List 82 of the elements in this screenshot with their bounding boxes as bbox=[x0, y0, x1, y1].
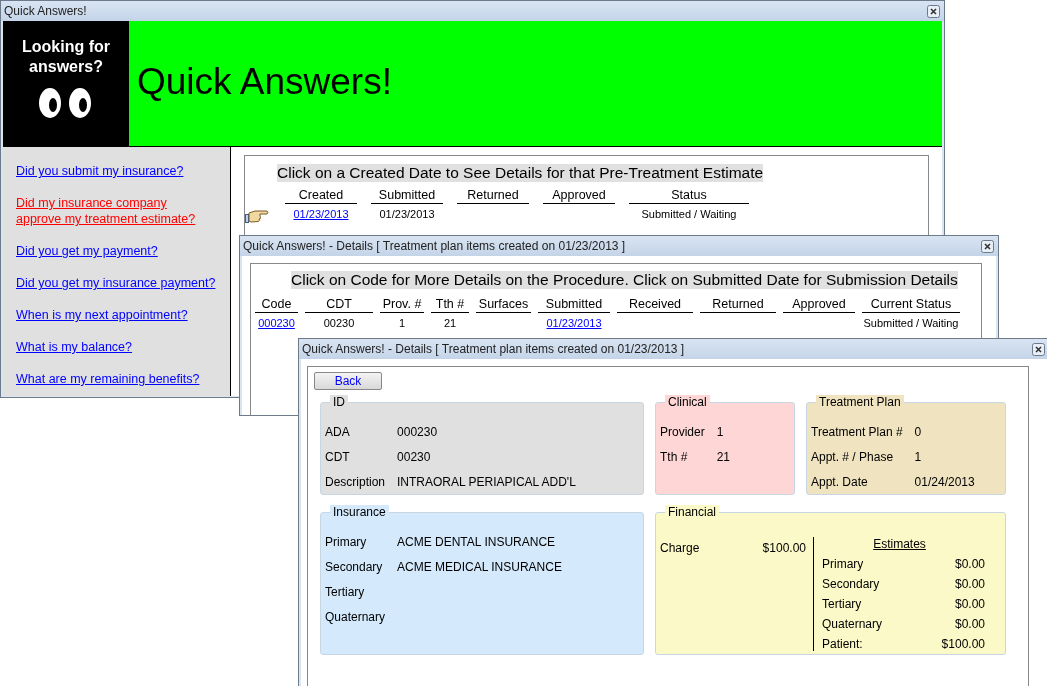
field-value: 00230 bbox=[397, 450, 432, 464]
field-value: $100.00 bbox=[762, 541, 806, 555]
column-header: Tth # bbox=[431, 297, 469, 313]
panel-title: Treatment Plan bbox=[816, 395, 904, 409]
date-link[interactable]: 000230 bbox=[255, 313, 298, 330]
column-header: Returned bbox=[700, 297, 776, 313]
question-link[interactable]: When is my next appointment? bbox=[16, 307, 230, 323]
column-header: Submitted bbox=[538, 297, 610, 313]
instruction-text: Click on Code for More Details on the Procedure. Click on Submitted Date for Submission Details bbox=[291, 271, 958, 289]
table-cell-text: 00230 bbox=[322, 316, 356, 330]
window-title: Quick Answers! - Details [ Treatment plan items created on 01/23/2013 ] bbox=[243, 239, 626, 253]
field-value: $0.00 bbox=[954, 597, 985, 611]
date-link[interactable]: 01/23/2013 bbox=[285, 204, 357, 224]
field-label: Charge bbox=[660, 541, 700, 555]
question-link[interactable]: Did you get my payment? bbox=[16, 243, 230, 259]
field-value: 000230 bbox=[397, 425, 439, 439]
field-label: Appt. Date bbox=[811, 475, 869, 489]
field-value: $100.00 bbox=[941, 637, 985, 651]
column-header: Returned bbox=[457, 188, 529, 204]
panel-title: Financial bbox=[665, 505, 720, 519]
banner-title: Quick Answers! bbox=[137, 60, 392, 103]
field-value: 1 bbox=[914, 450, 923, 464]
window-title: Quick Answers! - Details [ Treatment plan items created on 01/23/2013 ] bbox=[302, 342, 685, 356]
field-value: $0.00 bbox=[954, 617, 985, 631]
field-label: Secondary bbox=[822, 577, 880, 591]
table-cell-text: 1 bbox=[397, 316, 407, 330]
column-header: Received bbox=[617, 297, 693, 313]
field-label: Quaternary bbox=[822, 617, 883, 631]
table-cell-text: 21 bbox=[442, 316, 458, 330]
close-icon[interactable] bbox=[981, 239, 994, 253]
close-icon[interactable] bbox=[1032, 342, 1045, 356]
field-label: CDT bbox=[325, 450, 351, 464]
date-link[interactable]: 01/23/2013 bbox=[538, 313, 610, 330]
back-button[interactable]: Back bbox=[314, 372, 382, 390]
table-cell-text: 01/23/2013 bbox=[378, 207, 436, 222]
field-label: Quaternary bbox=[325, 610, 386, 624]
field-value: $0.00 bbox=[954, 577, 985, 591]
field-value: 1 bbox=[716, 425, 725, 439]
instruction-text: Click on a Created Date to See Details for that Pre-Treatment Estimate bbox=[277, 164, 764, 182]
estimates-heading: Estimates bbox=[872, 537, 927, 551]
field-label: Appt. # / Phase bbox=[811, 450, 895, 464]
column-header: CDT bbox=[305, 297, 373, 313]
column-header: Submitted bbox=[371, 188, 443, 204]
question-link[interactable]: What is my balance? bbox=[16, 339, 230, 355]
field-value: 0 bbox=[914, 425, 923, 439]
column-header: Created bbox=[285, 188, 357, 204]
field-label: ADA bbox=[325, 425, 351, 439]
field-label: Provider bbox=[660, 425, 705, 439]
field-label: Treatment Plan # bbox=[811, 425, 903, 439]
field-label: Secondary bbox=[325, 560, 384, 574]
field-label: Tertiary bbox=[325, 585, 366, 599]
field-label: Primary bbox=[325, 535, 368, 549]
panel-title: Clinical bbox=[665, 395, 710, 409]
banner-tagline: Looking for answers? bbox=[21, 37, 111, 77]
eyes-drawing bbox=[38, 87, 94, 119]
column-header: Approved bbox=[543, 188, 615, 204]
field-value: $0.00 bbox=[954, 557, 985, 571]
panel-title: Insurance bbox=[330, 505, 389, 519]
column-header: Code bbox=[255, 297, 298, 313]
field-label: Tertiary bbox=[822, 597, 862, 611]
table-cell-text: Submitted / Waiting bbox=[862, 316, 960, 330]
field-value: 21 bbox=[716, 450, 732, 464]
field-label: Tth # bbox=[660, 450, 689, 464]
panel-title: ID bbox=[330, 395, 348, 409]
question-link[interactable]: Did you get my insurance payment? bbox=[16, 275, 230, 291]
column-header: Status bbox=[629, 188, 749, 204]
field-value: 01/24/2013 bbox=[914, 475, 976, 489]
field-label: Description bbox=[325, 475, 386, 489]
window-title: Quick Answers! bbox=[4, 4, 87, 18]
question-link[interactable]: What are my remaining benefits? bbox=[16, 371, 230, 387]
field-value: INTRAORAL PERIAPICAL ADD'L bbox=[397, 475, 577, 489]
field-value: ACME DENTAL INSURANCE bbox=[397, 535, 557, 549]
table-cell-text: Submitted / Waiting bbox=[640, 207, 738, 222]
question-link[interactable]: Did you submit my insurance? bbox=[16, 163, 230, 179]
column-header: Approved bbox=[783, 297, 855, 313]
column-header: Surfaces bbox=[476, 297, 531, 313]
field-label: Patient: bbox=[822, 637, 863, 651]
column-header: Current Status bbox=[862, 297, 960, 313]
field-label: Primary bbox=[822, 557, 864, 571]
field-value: ACME MEDICAL INSURANCE bbox=[397, 560, 563, 574]
column-header: Prov. # bbox=[380, 297, 424, 313]
close-icon[interactable] bbox=[927, 4, 940, 18]
